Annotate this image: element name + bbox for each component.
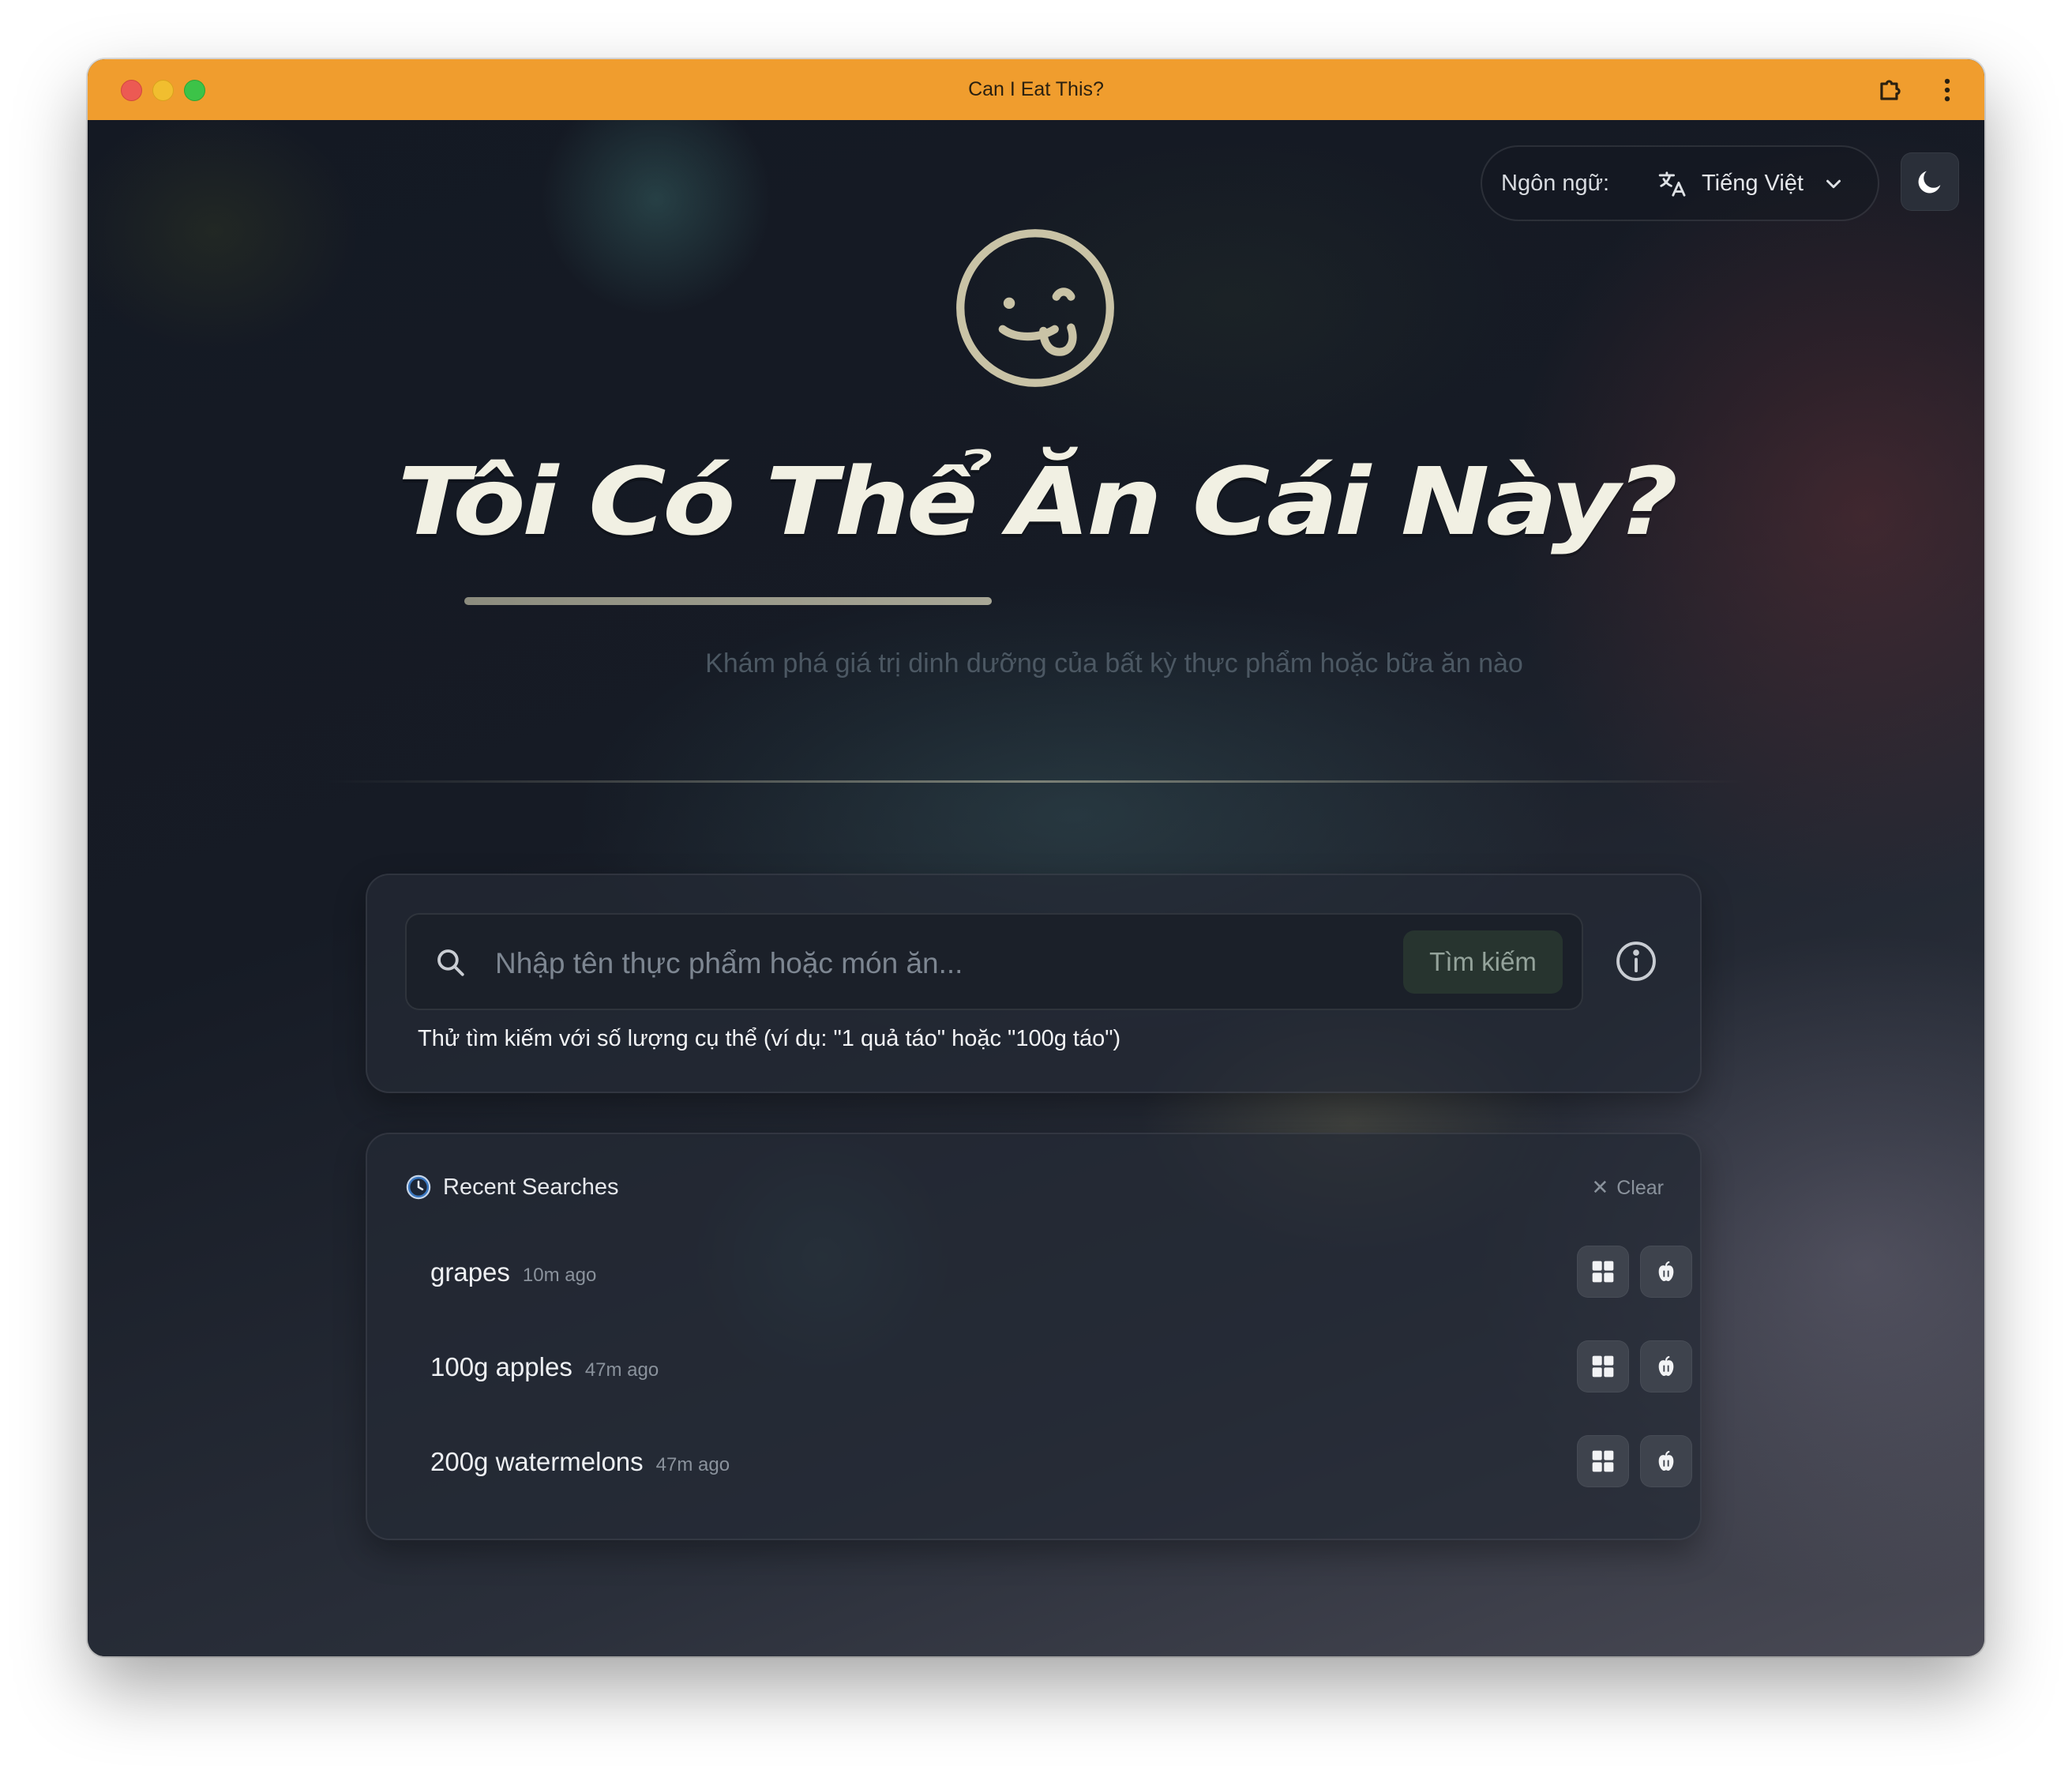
recent-searches-title: Recent Searches xyxy=(443,1175,619,1200)
recent-search-item[interactable]: 100g apples 47m ago xyxy=(430,1332,1692,1403)
nutrition-button[interactable] xyxy=(1640,1246,1692,1298)
close-icon: ✕ xyxy=(1591,1175,1609,1199)
face-tongue-icon xyxy=(956,229,1114,387)
theme-toggle-button[interactable] xyxy=(1901,152,1959,211)
search-icon xyxy=(437,949,464,976)
recent-time: 47m ago xyxy=(584,1359,659,1381)
grid-view-button[interactable] xyxy=(1577,1435,1629,1487)
page-subtitle: Khám phá giá trị dinh dưỡng của bất kỳ t… xyxy=(705,648,1523,678)
apple-icon xyxy=(1658,1261,1674,1281)
extension-icon[interactable] xyxy=(1875,75,1905,105)
grid-icon xyxy=(1592,1355,1614,1377)
grid-icon xyxy=(1592,1450,1614,1472)
grid-icon xyxy=(1592,1261,1614,1283)
recent-search-item[interactable]: grapes 10m ago xyxy=(430,1237,1692,1308)
clear-label: Clear xyxy=(1616,1177,1664,1199)
search-hint: Thử tìm kiếm với số lượng cụ thể (ví dụ:… xyxy=(418,1026,1121,1051)
nutrition-button[interactable] xyxy=(1640,1435,1692,1487)
main-content: Ngôn ngữ: Tiếng Việt Tôi Có Thể Ăn Cái N… xyxy=(88,120,1984,1656)
headline-underline xyxy=(464,597,992,605)
search-button[interactable]: Tìm kiếm xyxy=(1403,930,1563,994)
language-selector[interactable]: Ngôn ngữ: Tiếng Việt xyxy=(1481,145,1879,221)
moon-icon xyxy=(1918,171,1941,194)
clear-recent-button[interactable]: ✕ Clear xyxy=(1591,1167,1664,1207)
recent-query: 200g watermelons xyxy=(430,1447,644,1476)
language-label: Ngôn ngữ: xyxy=(1501,171,1610,196)
translate-icon xyxy=(1658,171,1686,197)
search-card: Tìm kiếm Thử tìm kiếm với số lượng cụ th… xyxy=(366,874,1702,1093)
clock-icon xyxy=(406,1175,431,1200)
search-box[interactable]: Tìm kiếm xyxy=(405,913,1583,1010)
grid-view-button[interactable] xyxy=(1577,1246,1629,1298)
app-window: Can I Eat This? Ngôn ngữ: Tiếng Việt Tôi… xyxy=(88,59,1984,1656)
recent-time: 10m ago xyxy=(522,1265,597,1286)
title-bar: Can I Eat This? xyxy=(88,59,1984,122)
recent-search-item[interactable]: 200g watermelons 47m ago xyxy=(430,1426,1692,1498)
nutrition-button[interactable] xyxy=(1640,1340,1692,1393)
info-icon[interactable] xyxy=(1613,938,1659,984)
recent-time: 47m ago xyxy=(655,1454,730,1475)
recent-query: 100g apples xyxy=(430,1352,572,1381)
search-input[interactable] xyxy=(494,932,1286,995)
chevron-down-icon xyxy=(1826,179,1841,189)
grid-view-button[interactable] xyxy=(1577,1340,1629,1393)
language-value: Tiếng Việt xyxy=(1702,171,1804,196)
more-menu-icon[interactable] xyxy=(1932,75,1962,105)
apple-icon xyxy=(1658,1450,1674,1471)
page-headline: Tôi Có Thể Ăn Cái Này? xyxy=(397,447,1678,556)
recent-query: grapes xyxy=(430,1257,510,1287)
section-divider xyxy=(325,780,1746,783)
apple-icon xyxy=(1658,1355,1674,1376)
recent-searches-card: Recent Searches ✕ Clear grapes 10m ago 100… xyxy=(366,1133,1702,1540)
window-title: Can I Eat This? xyxy=(968,78,1104,100)
